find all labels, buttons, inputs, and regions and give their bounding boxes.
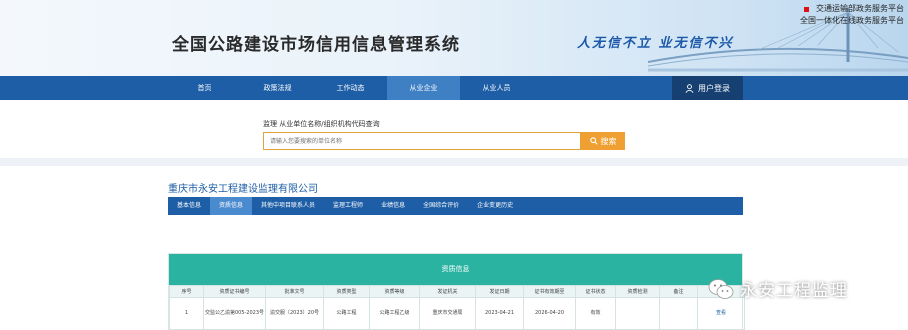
nav-item-enterprises[interactable]: 从业企业 bbox=[387, 76, 460, 100]
tab-performance[interactable]: 业绩信息 bbox=[372, 197, 414, 215]
slogan: 人无信不立 业无信不兴 bbox=[577, 36, 734, 51]
qualification-panel: 资质信息 序号 资质证书编号 批准文号 资质类型 资质等级 发证机关 发证日期 … bbox=[168, 253, 745, 330]
top-link-mot[interactable]: 交通运输部政务服务平台 bbox=[816, 3, 904, 15]
tab-basic-info[interactable]: 基本信息 bbox=[168, 197, 210, 215]
nav-item-news[interactable]: 工作动态 bbox=[314, 76, 387, 100]
column-header: 资质检测 bbox=[615, 285, 660, 298]
column-header: 证书有效期至 bbox=[523, 285, 576, 298]
top-link-national[interactable]: 全国一体化在线政务服务平台 bbox=[800, 15, 904, 27]
cell-valid-until: 2026-04-20 bbox=[523, 297, 576, 330]
main-nav: 首页 政策法规 工作动态 从业企业 从业人员 用户登录 bbox=[0, 76, 908, 100]
red-square-icon bbox=[804, 6, 809, 12]
search-input[interactable] bbox=[263, 132, 581, 150]
column-header: 序号 bbox=[169, 285, 204, 298]
cell-issuer: 重庆市交通局 bbox=[419, 297, 476, 330]
search-area: 监理 从业单位名称/组织机构代码查询 搜索 bbox=[0, 100, 908, 158]
login-button[interactable]: 用户登录 bbox=[672, 76, 743, 100]
cell-approval-no: 渝交服〔2023〕20号 bbox=[265, 297, 324, 330]
cell-status: 有效 bbox=[575, 297, 616, 330]
nav-item-policy[interactable]: 政策法规 bbox=[241, 76, 314, 100]
company-section: 重庆市永安工程建设监理有限公司 基本信息 资质信息 其他中项目联系人员 监理工程… bbox=[0, 166, 908, 330]
column-header: 资质类型 bbox=[323, 285, 370, 298]
column-header: 资质证书编号 bbox=[203, 285, 266, 298]
watermark: 永安工程监理 bbox=[708, 276, 848, 301]
site-header: 全国公路建设市场信用信息管理系统 人无信不立 业无信不兴 交通运输部政务服务平台… bbox=[0, 0, 908, 76]
tab-change-history[interactable]: 企业变更历史 bbox=[468, 197, 522, 215]
cell-type: 公路工程 bbox=[323, 297, 370, 330]
column-header: 资质等级 bbox=[369, 285, 420, 298]
search-button-label: 搜索 bbox=[600, 136, 617, 146]
wechat-icon bbox=[708, 278, 734, 299]
cell-cert-no: 交监公乙渝第005-2023号 bbox=[203, 297, 266, 330]
site-title: 全国公路建设市场信用信息管理系统 bbox=[172, 35, 460, 55]
column-header: 发证机关 bbox=[419, 285, 476, 298]
table-header-row: 序号 资质证书编号 批准文号 资质类型 资质等级 发证机关 发证日期 证书有效期… bbox=[169, 285, 745, 298]
company-tabs: 基本信息 资质信息 其他中项目联系人员 监理工程师 业绩信息 全国综合评价 企业… bbox=[168, 197, 743, 215]
cell-issue-date: 2023-04-21 bbox=[475, 297, 524, 330]
search-button[interactable]: 搜索 bbox=[581, 132, 625, 150]
cell-index: 1 bbox=[169, 297, 204, 330]
table-row: 1 交监公乙渝第005-2023号 渝交服〔2023〕20号 公路工程 公路工程… bbox=[169, 297, 745, 330]
cell-remark bbox=[659, 297, 698, 330]
qualification-table: 序号 资质证书编号 批准文号 资质类型 资质等级 发证机关 发证日期 证书有效期… bbox=[169, 285, 745, 330]
search-label: 监理 从业单位名称/组织机构代码查询 bbox=[263, 120, 380, 128]
column-header: 批准文号 bbox=[265, 285, 324, 298]
company-name: 重庆市永安工程建设监理有限公司 bbox=[168, 184, 318, 195]
nav-item-personnel[interactable]: 从业人员 bbox=[460, 76, 533, 100]
cell-check bbox=[615, 297, 660, 330]
tab-supervisors[interactable]: 监理工程师 bbox=[324, 197, 372, 215]
column-header: 备注 bbox=[659, 285, 698, 298]
search-icon bbox=[589, 137, 598, 145]
nav-item-home[interactable]: 首页 bbox=[168, 76, 241, 100]
top-links: 交通运输部政务服务平台 全国一体化在线政务服务平台 bbox=[800, 3, 904, 27]
column-header: 证书状态 bbox=[575, 285, 616, 298]
tab-qualification[interactable]: 资质信息 bbox=[210, 197, 253, 215]
column-header: 发证日期 bbox=[475, 285, 524, 298]
login-label: 用户登录 bbox=[698, 83, 730, 93]
cell-level: 公路工程乙级 bbox=[369, 297, 420, 330]
view-link[interactable]: 查看 bbox=[697, 297, 745, 330]
tab-project-contacts[interactable]: 其他中项目联系人员 bbox=[252, 197, 324, 215]
watermark-text: 永安工程监理 bbox=[740, 281, 848, 301]
user-icon bbox=[685, 83, 694, 93]
qualification-title: 资质信息 bbox=[169, 254, 742, 285]
tab-national-evaluation[interactable]: 全国综合评价 bbox=[414, 197, 468, 215]
